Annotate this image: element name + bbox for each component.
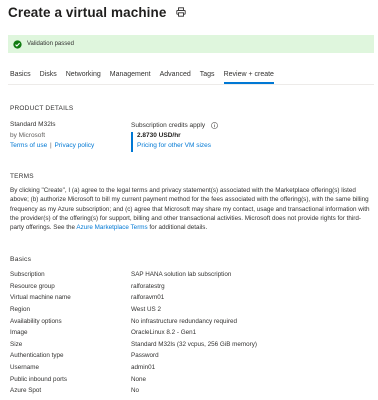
summary-row: Subscription SAP HANA solution lab subscr… bbox=[10, 269, 370, 281]
wizard-tabs: Basics Disks Networking Management Advan… bbox=[10, 70, 283, 84]
summary-value: OracleLinux 8.2 - Gen1 bbox=[131, 329, 197, 337]
tab-tags[interactable]: Tags bbox=[200, 70, 215, 84]
product-publisher: by Microsoft bbox=[10, 132, 46, 139]
terms-text: By clicking "Create", I (a) agree to the… bbox=[10, 186, 372, 232]
price-block: 2.8730 USD/hr Pricing for other VM sizes bbox=[131, 132, 211, 152]
info-icon[interactable] bbox=[211, 122, 218, 129]
summary-row: Username admin01 bbox=[10, 362, 370, 374]
banner-text: Validation passed bbox=[27, 41, 74, 47]
marketplace-terms-link[interactable]: Azure Marketplace Terms bbox=[76, 224, 147, 231]
page-title: Create a virtual machine bbox=[8, 4, 167, 20]
summary-value: West US 2 bbox=[131, 306, 161, 314]
summary-label: Size bbox=[10, 340, 23, 348]
summary-row: Public inbound ports None bbox=[10, 373, 370, 385]
summary-row: Virtual machine name ralforavm01 bbox=[10, 292, 370, 304]
summary-value: No infrastructure redundancy required bbox=[131, 317, 238, 325]
tab-basics[interactable]: Basics bbox=[10, 70, 31, 84]
tab-disks[interactable]: Disks bbox=[40, 70, 57, 84]
summary-row: Azure Spot No bbox=[10, 385, 370, 397]
summary-label: Image bbox=[10, 329, 28, 337]
product-details-heading: PRODUCT DETAILS bbox=[10, 105, 74, 112]
summary-value: Standard M32ls (32 vcpus, 256 GiB memory… bbox=[131, 340, 257, 348]
price-value: 2.8730 USD/hr bbox=[137, 132, 181, 139]
summary-value: admin01 bbox=[131, 364, 156, 372]
summary-label: Azure Spot bbox=[10, 387, 42, 395]
tabs-divider bbox=[8, 84, 374, 85]
terms-heading: TERMS bbox=[10, 173, 34, 180]
summary-row: Image OracleLinux 8.2 - Gen1 bbox=[10, 327, 370, 339]
summary-value: SAP HANA solution lab subscription bbox=[131, 271, 232, 279]
validation-banner: Validation passed bbox=[8, 35, 374, 53]
summary-row: Authentication type Password bbox=[10, 350, 370, 362]
summary-value: ralforatestrg bbox=[131, 282, 165, 290]
summary-label: Username bbox=[10, 364, 40, 372]
credits-row: Subscription credits apply bbox=[131, 122, 218, 129]
basics-heading: Basics bbox=[10, 256, 32, 263]
privacy-policy-link[interactable]: Privacy policy bbox=[55, 142, 95, 149]
link-separator: | bbox=[50, 142, 52, 149]
tab-networking[interactable]: Networking bbox=[66, 70, 101, 84]
tab-review-create[interactable]: Review + create bbox=[223, 70, 275, 84]
summary-row: Region West US 2 bbox=[10, 304, 370, 316]
summary-label: Public inbound ports bbox=[10, 375, 68, 383]
check-circle-icon bbox=[13, 39, 22, 49]
summary-label: Region bbox=[10, 306, 30, 314]
title-row: Create a virtual machine bbox=[8, 3, 186, 21]
basics-summary: Subscription SAP HANA solution lab subscr… bbox=[10, 269, 370, 397]
summary-value: ralforavm01 bbox=[131, 294, 165, 302]
summary-row: Availability options No infrastructure re… bbox=[10, 315, 370, 327]
terms-tail: for additional details. bbox=[147, 224, 208, 232]
summary-label: Virtual machine name bbox=[10, 294, 71, 302]
summary-value: Password bbox=[131, 352, 159, 360]
product-name: Standard M32ls bbox=[10, 121, 56, 128]
terms-of-use-link[interactable]: Terms of use bbox=[10, 142, 47, 149]
product-links: Terms of use | Privacy policy bbox=[10, 142, 94, 149]
tab-management[interactable]: Management bbox=[110, 70, 151, 84]
summary-label: Authentication type bbox=[10, 352, 64, 360]
summary-value: None bbox=[131, 375, 147, 383]
tab-advanced[interactable]: Advanced bbox=[160, 70, 191, 84]
summary-value: No bbox=[131, 387, 140, 395]
pricing-link[interactable]: Pricing for other VM sizes bbox=[137, 142, 211, 149]
summary-label: Availability options bbox=[10, 317, 62, 325]
print-icon[interactable] bbox=[175, 7, 186, 18]
summary-label: Resource group bbox=[10, 282, 55, 290]
summary-label: Subscription bbox=[10, 271, 45, 279]
summary-row: Resource group ralforatestrg bbox=[10, 281, 370, 293]
summary-row: Size Standard M32ls (32 vcpus, 256 GiB me… bbox=[10, 339, 370, 351]
credits-label: Subscription credits apply bbox=[131, 122, 206, 129]
